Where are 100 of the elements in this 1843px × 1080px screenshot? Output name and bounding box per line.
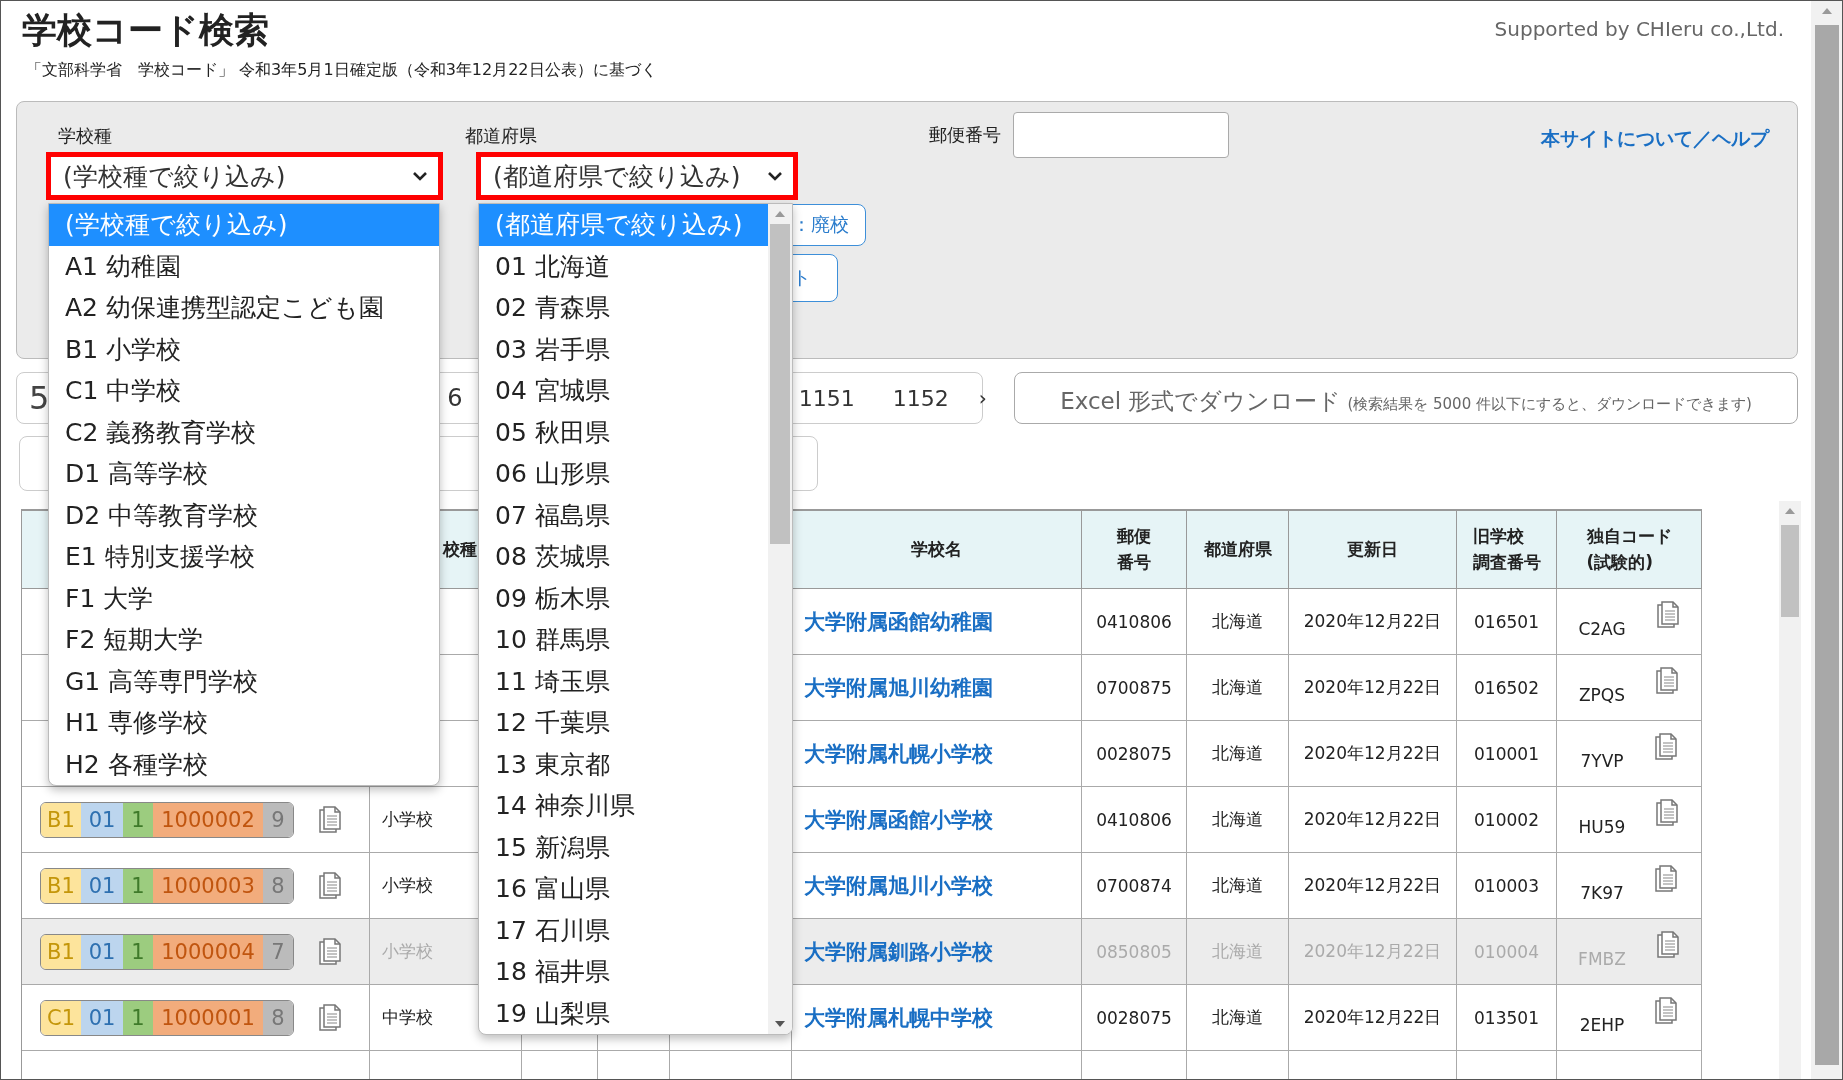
scroll-thumb[interactable]	[1781, 525, 1799, 617]
dropdown-option[interactable]: C2 義務教育学校	[49, 411, 439, 453]
column-header: 都道府県	[1187, 511, 1289, 589]
dropdown-option[interactable]: 11 埼玉県	[479, 660, 768, 702]
table-cell: 北海道	[1212, 874, 1263, 897]
scroll-thumb[interactable]	[770, 224, 790, 544]
school-code-chips: B1 01 1 1000003 8	[40, 867, 294, 904]
dropdown-option[interactable]: A1 幼稚園	[49, 245, 439, 287]
scroll-down-icon[interactable]	[774, 1020, 786, 1028]
school-type-select[interactable]: (学校種で絞り込み)	[46, 152, 443, 200]
scroll-up-icon[interactable]	[1820, 7, 1833, 15]
dropdown-option[interactable]: 06 山形県	[479, 453, 768, 495]
school-code-chips: B1 01 1 1000004 7	[40, 933, 294, 970]
column-header: 旧学校 調査番号	[1457, 511, 1557, 589]
next-page-link[interactable]: ›	[978, 386, 987, 410]
column-header: 学校名	[792, 511, 1082, 589]
copy-icon[interactable]	[1654, 996, 1679, 1025]
prefecture-select[interactable]: (都道府県で絞り込み)	[476, 152, 798, 200]
page-scrollbar[interactable]	[1811, 1, 1842, 1079]
table-cell: 0410806	[1096, 611, 1172, 632]
dropdown-option[interactable]: H1 専修学校	[49, 702, 439, 744]
school-name-link[interactable]: 大学附属函館幼稚園	[804, 607, 993, 636]
help-link[interactable]: 本サイトについて／ヘルプ	[1541, 126, 1769, 152]
copy-icon[interactable]	[318, 937, 342, 966]
table-cell: 2020年12月22日	[1303, 610, 1442, 633]
table-cell: 010002	[1474, 809, 1539, 830]
copy-icon[interactable]	[318, 805, 342, 834]
table-cell: 0700874	[1096, 875, 1172, 896]
page-link[interactable]: 6	[447, 384, 463, 412]
scroll-up-icon[interactable]	[774, 210, 786, 218]
dropdown-option[interactable]: 10 群馬県	[479, 619, 768, 661]
dropdown-option[interactable]: B1 小学校	[49, 328, 439, 370]
school-name-link[interactable]: 大学附属函館小学校	[804, 805, 993, 834]
dropdown-option[interactable]: G1 高等専門学校	[49, 660, 439, 702]
table-cell: 016501	[1474, 611, 1539, 632]
table-cell: 7YVP	[1580, 750, 1624, 771]
table-cell: 北海道	[1212, 1006, 1263, 1029]
chevron-down-icon	[412, 171, 428, 181]
dropdown-option[interactable]: H2 各種学校	[49, 743, 439, 785]
table-cell: 7K97	[1580, 882, 1624, 903]
copy-icon[interactable]	[1655, 930, 1680, 959]
copy-icon[interactable]	[1653, 864, 1678, 893]
page-link[interactable]: 1152	[892, 385, 949, 411]
dropdown-option[interactable]: 03 岩手県	[479, 328, 768, 370]
page-title: 学校コード検索	[22, 9, 270, 52]
table-cell: 2020年12月22日	[1303, 940, 1442, 963]
copy-icon[interactable]	[1655, 798, 1680, 827]
dropdown-option[interactable]: 04 宮城県	[479, 370, 768, 412]
dropdown-option[interactable]: A2 幼保連携型認定こども園	[49, 287, 439, 329]
dropdown-option[interactable]: F2 短期大学	[49, 619, 439, 661]
dropdown-scrollbar[interactable]	[768, 204, 792, 1034]
dropdown-option[interactable]: 18 福井県	[479, 951, 768, 993]
school-name-link[interactable]: 大学附属札幌小学校	[804, 739, 993, 768]
excel-download-button[interactable]: Excel 形式でダウンロード (検索結果を 5000 件以下にすると、ダウンロードできます)	[1014, 372, 1798, 424]
table-cell: FMBZ	[1578, 948, 1626, 969]
table-cell: 2020年12月22日	[1303, 676, 1442, 699]
table-cell: 016502	[1474, 677, 1539, 698]
table-cell: 中学校	[382, 1006, 433, 1029]
scroll-thumb[interactable]	[1814, 25, 1839, 1065]
chevron-down-icon	[767, 171, 783, 181]
table-cell: 010003	[1474, 875, 1539, 896]
copy-icon[interactable]	[1655, 600, 1680, 629]
table-cell: 小学校	[382, 940, 433, 963]
dropdown-option[interactable]: C1 中学校	[49, 370, 439, 412]
school-name-link[interactable]: 大学附属札幌中学校	[804, 1003, 993, 1032]
table-cell: 北海道	[1212, 742, 1263, 765]
dropdown-option[interactable]: 19 山梨県	[479, 992, 768, 1034]
table-scrollbar[interactable]	[1779, 501, 1801, 1079]
dropdown-option[interactable]: 14 神奈川県	[479, 785, 768, 827]
dropdown-option[interactable]: 16 富山県	[479, 868, 768, 910]
copy-icon[interactable]	[318, 871, 342, 900]
school-name-link[interactable]: 大学附属旭川幼稚園	[804, 673, 993, 702]
page-link[interactable]: 1151	[798, 385, 855, 411]
page-subtitle: 「文部科学省 学校コード」 令和3年5月1日確定版（令和3年12月22日公表）に基づく	[26, 60, 657, 81]
dropdown-option[interactable]: 05 秋田県	[479, 411, 768, 453]
table-cell: 北海道	[1212, 808, 1263, 831]
copy-icon[interactable]	[1655, 666, 1680, 695]
table-cell: 北海道	[1212, 940, 1263, 963]
table-cell: 013501	[1474, 1007, 1539, 1028]
dropdown-option[interactable]: D1 高等学校	[49, 453, 439, 495]
table-cell: 0850805	[1096, 941, 1172, 962]
table-cell: 0028075	[1096, 743, 1172, 764]
copy-icon[interactable]	[1653, 732, 1678, 761]
table-cell: 2020年12月22日	[1303, 1006, 1442, 1029]
table-cell: 2EHP	[1579, 1014, 1625, 1035]
dropdown-option[interactable]: 17 石川県	[479, 909, 768, 951]
credit-text: Supported by CHIeru co.,Ltd.	[1494, 17, 1784, 43]
table-cell: 0700875	[1096, 677, 1172, 698]
table-cell: 010001	[1474, 743, 1539, 764]
table-cell: 010004	[1474, 941, 1539, 962]
field-label: 学校種	[58, 124, 113, 148]
scroll-up-icon[interactable]	[1784, 507, 1796, 515]
dropdown-option[interactable]: 13 東京都	[479, 743, 768, 785]
page-link[interactable]: 5	[29, 379, 50, 417]
column-header: 更新日	[1289, 511, 1457, 589]
dropdown-option[interactable]: 12 千葉県	[479, 702, 768, 744]
postal-code-field[interactable]	[1013, 112, 1229, 158]
school-name-link[interactable]: 大学附属旭川小学校	[804, 871, 993, 900]
dropdown-option[interactable]: 15 新潟県	[479, 826, 768, 868]
copy-icon[interactable]	[318, 1003, 342, 1032]
